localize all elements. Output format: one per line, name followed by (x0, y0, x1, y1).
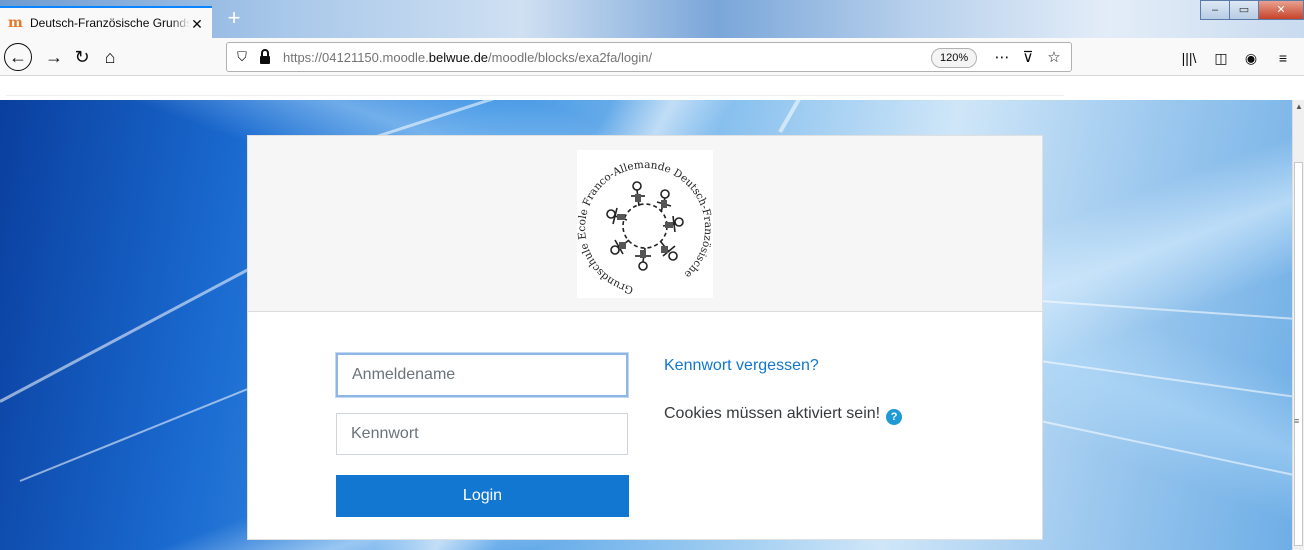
minimize-icon[interactable]: – (1200, 0, 1230, 20)
url-text[interactable]: https://04121150.moodle.belwue.de/moodle… (283, 50, 652, 65)
page-scrollbar[interactable]: ▲ ≡ (1292, 100, 1304, 550)
light-streak (1039, 360, 1292, 399)
login-card-header: Grundschule Ecole Franco-Allemande Deuts… (248, 136, 1042, 312)
back-arrow-icon[interactable]: ← (4, 43, 32, 71)
window-controls: – ▭ ✕ (1200, 0, 1304, 20)
window-close-icon[interactable]: ✕ (1258, 0, 1304, 20)
help-icon[interactable]: ? (886, 409, 903, 425)
light-streak (778, 100, 842, 133)
home-icon[interactable]: ⌂ (98, 45, 122, 69)
tab-title: Deutsch-Französische Grundschule Ecole F… (30, 16, 190, 30)
tracking-shield-icon[interactable]: ⛉ (233, 48, 251, 66)
bookmarks-strip (0, 76, 1304, 100)
address-bar[interactable]: ⛉ https://04121150.moodle.belwue.de/mood… (226, 42, 1072, 72)
username-input[interactable] (336, 353, 628, 397)
forward-arrow-icon[interactable]: → (42, 45, 66, 69)
account-icon[interactable]: ◉ (1240, 47, 1262, 69)
login-button[interactable]: Login (336, 475, 629, 517)
url-path: /moodle/blocks/exa2fa/login/ (488, 50, 653, 65)
pocket-icon[interactable]: ⊽ (1017, 47, 1039, 69)
login-card: Grundschule Ecole Franco-Allemande Deuts… (247, 135, 1043, 540)
moodle-m-icon: m (8, 15, 23, 31)
zoom-level-badge[interactable]: 120% (931, 48, 978, 68)
close-tab-icon[interactable]: ✕ (188, 15, 206, 33)
school-logo: Grundschule Ecole Franco-Allemande Deuts… (577, 150, 713, 298)
light-streak (1039, 420, 1292, 477)
tab-strip: m Deutsch-Französische Grundschule Ecole… (0, 0, 1304, 38)
scroll-up-arrow-icon[interactable]: ▲ (1295, 102, 1303, 111)
reload-icon[interactable]: ↻ (70, 45, 94, 69)
scroll-thumb[interactable] (1294, 162, 1303, 546)
library-icon[interactable]: |||\ (1178, 47, 1200, 69)
light-streak (1039, 300, 1292, 321)
menu-icon[interactable]: ≡ (1272, 47, 1294, 69)
url-prefix: https://04121150.moodle. (283, 50, 429, 65)
navigation-toolbar: ← → ↻ ⌂ ⛉ https://04121150.moodle.belwue… (0, 38, 1304, 76)
bookmark-star-icon[interactable]: ☆ (1043, 47, 1065, 69)
logo-ring-text: Grundschule Ecole Franco-Allemande Deuts… (577, 159, 713, 296)
password-input[interactable] (336, 413, 628, 455)
url-domain: belwue.de (428, 50, 489, 65)
login-form: Login Kennwort vergessen? Cookies müssen… (248, 312, 1042, 541)
strip-inner (6, 80, 1064, 96)
page-actions-icon[interactable]: ⋯ (991, 47, 1013, 69)
maximize-icon[interactable]: ▭ (1229, 0, 1259, 20)
sidebar-icon[interactable]: ◫ (1210, 47, 1232, 69)
lock-icon[interactable] (257, 48, 273, 66)
cookies-notice-text: Cookies müssen aktiviert sein! (664, 405, 881, 422)
svg-text:Grundschule Ecole Franco-Allem: Grundschule Ecole Franco-Allemande Deuts… (577, 159, 713, 296)
browser-tab[interactable]: m Deutsch-Französische Grundschule Ecole… (0, 6, 212, 38)
scroll-grip-icon: ≡ (1294, 416, 1300, 426)
cookies-notice: Cookies müssen aktiviert sein!? (664, 405, 903, 425)
forgot-password-link[interactable]: Kennwort vergessen? (664, 357, 819, 375)
new-tab-button[interactable]: + (220, 6, 248, 32)
